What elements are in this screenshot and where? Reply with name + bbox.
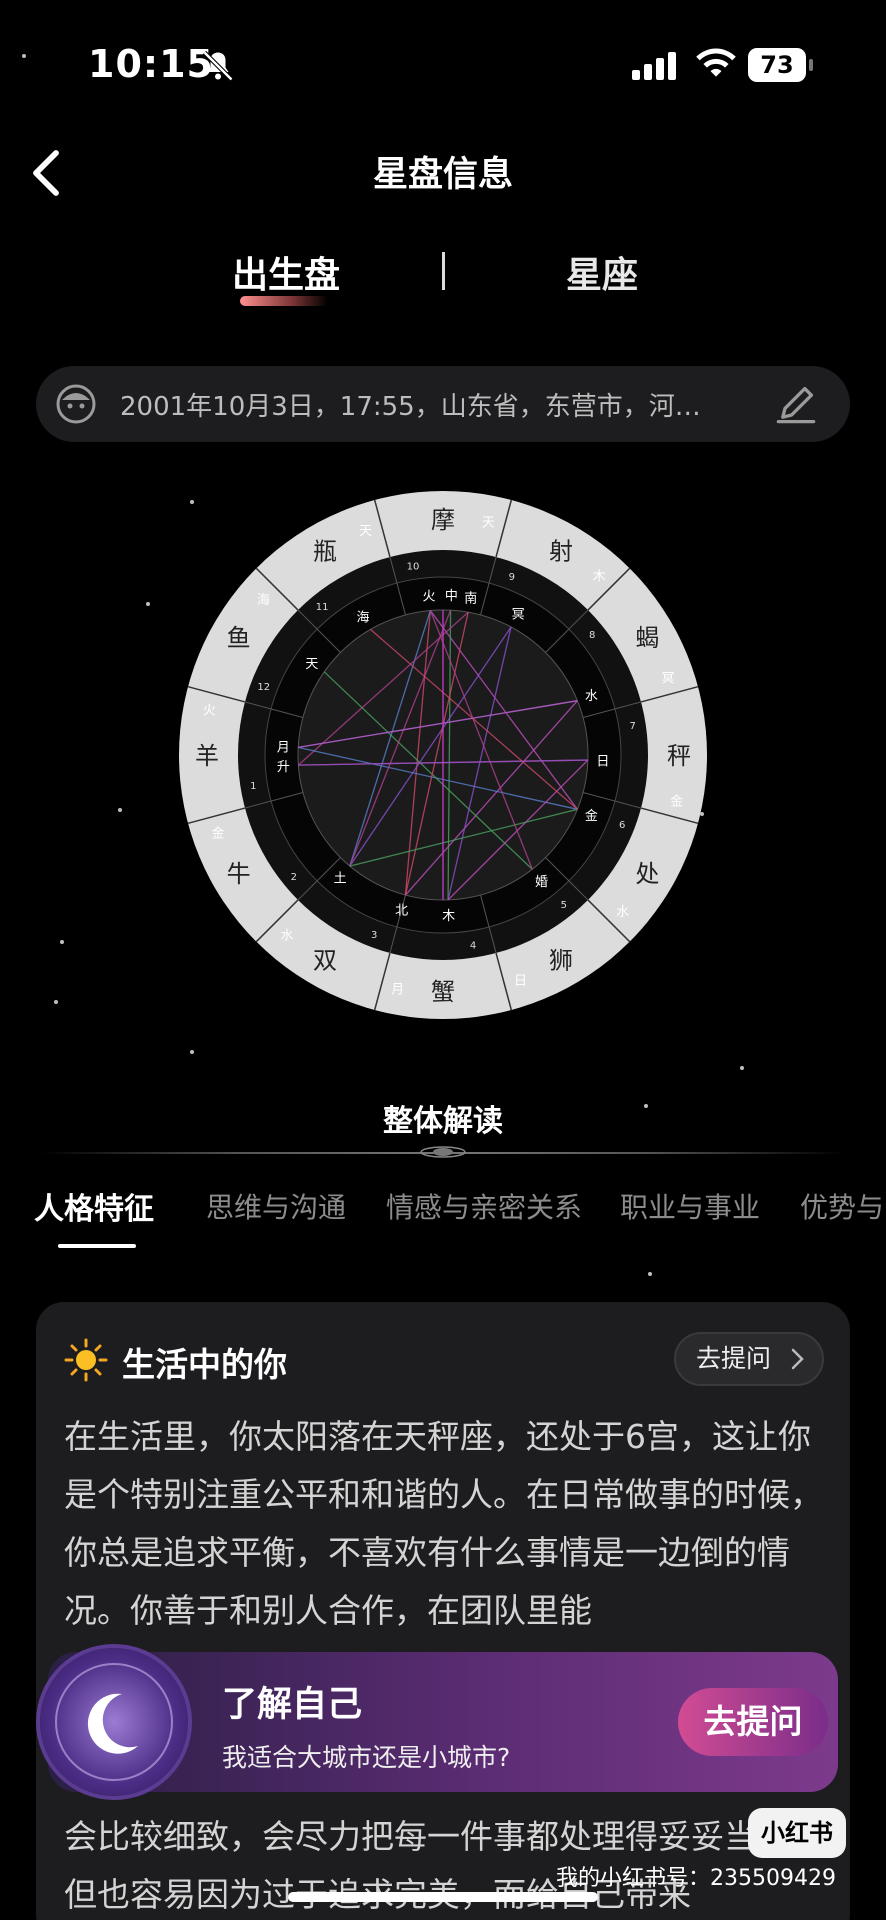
outer-planet-label: 金 [211, 825, 224, 841]
tab-birth-chart[interactable]: 出生盘 [232, 246, 340, 298]
status-time: 10:15 [88, 42, 214, 86]
house-number: 9 [509, 572, 515, 583]
promo-banner[interactable]: 了解自己 我适合大城市还是小城市? 去提问 [40, 1648, 838, 1796]
house-number: 2 [291, 872, 297, 883]
outer-planet-label: 火 [203, 704, 216, 719]
reading-tab-personality[interactable]: 人格特征 [34, 1184, 154, 1228]
inner-planet-label: 天 [305, 657, 318, 672]
zodiac-sign-label: 射 [549, 538, 573, 566]
screen: { "status_bar": {"time": "10:15", "batte… [0, 0, 886, 1920]
sun-icon [64, 1338, 108, 1382]
house-number: 8 [589, 630, 595, 641]
reading-paragraph: 在生活里，你太阳落在天秤座，还处于6宫，这让你是个特别注重公平和和谐的人。在日常… [64, 1417, 823, 1630]
moon-icon [40, 1648, 188, 1796]
zodiac-sign-label: 狮 [549, 946, 573, 974]
zodiac-sign-label: 处 [635, 860, 659, 888]
house-number: 7 [629, 721, 635, 732]
house-number: 11 [316, 602, 329, 613]
home-indicator[interactable] [288, 1892, 598, 1902]
inner-planet-label: 中 [445, 589, 458, 604]
house-number: 5 [561, 900, 567, 911]
wifi-icon [696, 48, 736, 77]
inner-planet-label: 月 [277, 741, 290, 756]
inner-planet-label: 水 [585, 689, 598, 704]
avatar-icon [56, 384, 96, 424]
page-title: 星盘信息 [372, 155, 513, 195]
promo-ask-button[interactable]: 去提问 [678, 1688, 828, 1756]
zodiac-sign-label: 蟹 [431, 978, 455, 1006]
ask-button-label: 去提问 [696, 1344, 772, 1373]
outer-planet-label: 日 [514, 974, 527, 989]
edit-pencil-icon[interactable] [774, 382, 818, 426]
promo-title: 了解自己 [222, 1685, 363, 1725]
outer-planet-label: 天 [359, 524, 372, 539]
zodiac-sign-label: 瓶 [313, 538, 337, 566]
outer-planet-label: 木 [593, 569, 606, 584]
house-number: 3 [371, 930, 377, 941]
xiaohongshu-logo: 小红书 [748, 1808, 846, 1858]
bell-muted-icon [202, 50, 234, 82]
chevron-right-icon [791, 1348, 804, 1370]
reading-tab-relationships[interactable]: 情感与亲密关系 [386, 1186, 582, 1226]
card-title: 生活中的你 [122, 1345, 287, 1384]
natal-chart-wheel[interactable]: 摩天10射木9蝎冥8秤金7处水6狮日5蟹月4双水 3牛金2羊火1鱼海12瓶天11火… [178, 490, 708, 1020]
outer-planet-label: 水 [280, 929, 293, 944]
ask-question-button[interactable]: 去提问 [674, 1332, 824, 1386]
reading-tab-strengths[interactable]: 优势与 [800, 1186, 884, 1226]
outer-planet-label: 水 [616, 905, 629, 920]
house-number: 1 [250, 781, 256, 792]
battery-indicator: 73 [748, 48, 813, 82]
outer-planet-label: 天 [482, 515, 495, 530]
zodiac-sign-label: 鱼 [227, 624, 251, 652]
zodiac-sign-label: 牛 [227, 860, 251, 888]
tab-active-underline [240, 296, 328, 306]
house-number: 12 [257, 682, 270, 693]
zodiac-sign-label: 秤 [667, 742, 691, 770]
house-number: 6 [619, 820, 625, 831]
tab-separator [442, 252, 445, 290]
birth-info-bar[interactable]: 2001年10月3日，17:55，山东省，东营市，河… [36, 366, 850, 442]
reading-tab-career[interactable]: 职业与事业 [620, 1186, 760, 1226]
inner-planet-label: 升 [277, 760, 290, 775]
tab-zodiac[interactable]: 星座 [566, 246, 638, 298]
cell-signal-icon [632, 52, 676, 80]
section-title-overall-reading: 整体解读 [383, 1104, 503, 1139]
inner-planet-label: 木 [442, 909, 455, 924]
outer-planet-label: 月 [391, 983, 404, 998]
outer-planet-label: 金 [670, 793, 683, 809]
inner-planet-label: 土 [334, 872, 347, 887]
inner-planet-label: 金 [585, 808, 598, 824]
house-number: 10 [407, 561, 420, 572]
house-number: 4 [470, 941, 476, 952]
reading-tab-underline [58, 1244, 136, 1248]
promo-subtitle: 我适合大城市还是小城市? [222, 1743, 511, 1772]
inner-planet-label: 冥 [512, 608, 525, 623]
divider-ornament-icon [420, 1146, 466, 1158]
inner-planet-label: 北 [395, 904, 408, 919]
outer-planet-label: 海 [257, 593, 270, 608]
outer-planet-label: 冥 [662, 672, 675, 687]
zodiac-sign-label: 双 [313, 946, 337, 974]
watermark-id: 我的小红书号：235509429 [556, 1866, 836, 1891]
zodiac-sign-label: 蝎 [635, 624, 659, 652]
inner-planet-label: 婚 [535, 875, 548, 890]
birth-info-text: 2001年10月3日，17:55，山东省，东营市，河… [120, 392, 701, 422]
status-bar: 10:15 73 [0, 0, 886, 120]
reading-tab-thinking[interactable]: 思维与沟通 [206, 1186, 346, 1226]
inner-planet-label: 日 [596, 755, 609, 770]
inner-planet-label: 南 [464, 590, 477, 606]
zodiac-sign-label: 摩 [431, 506, 455, 534]
inner-planet-label: 火 [423, 590, 436, 605]
inner-planet-label: 海 [356, 610, 369, 625]
zodiac-sign-label: 羊 [195, 742, 219, 770]
